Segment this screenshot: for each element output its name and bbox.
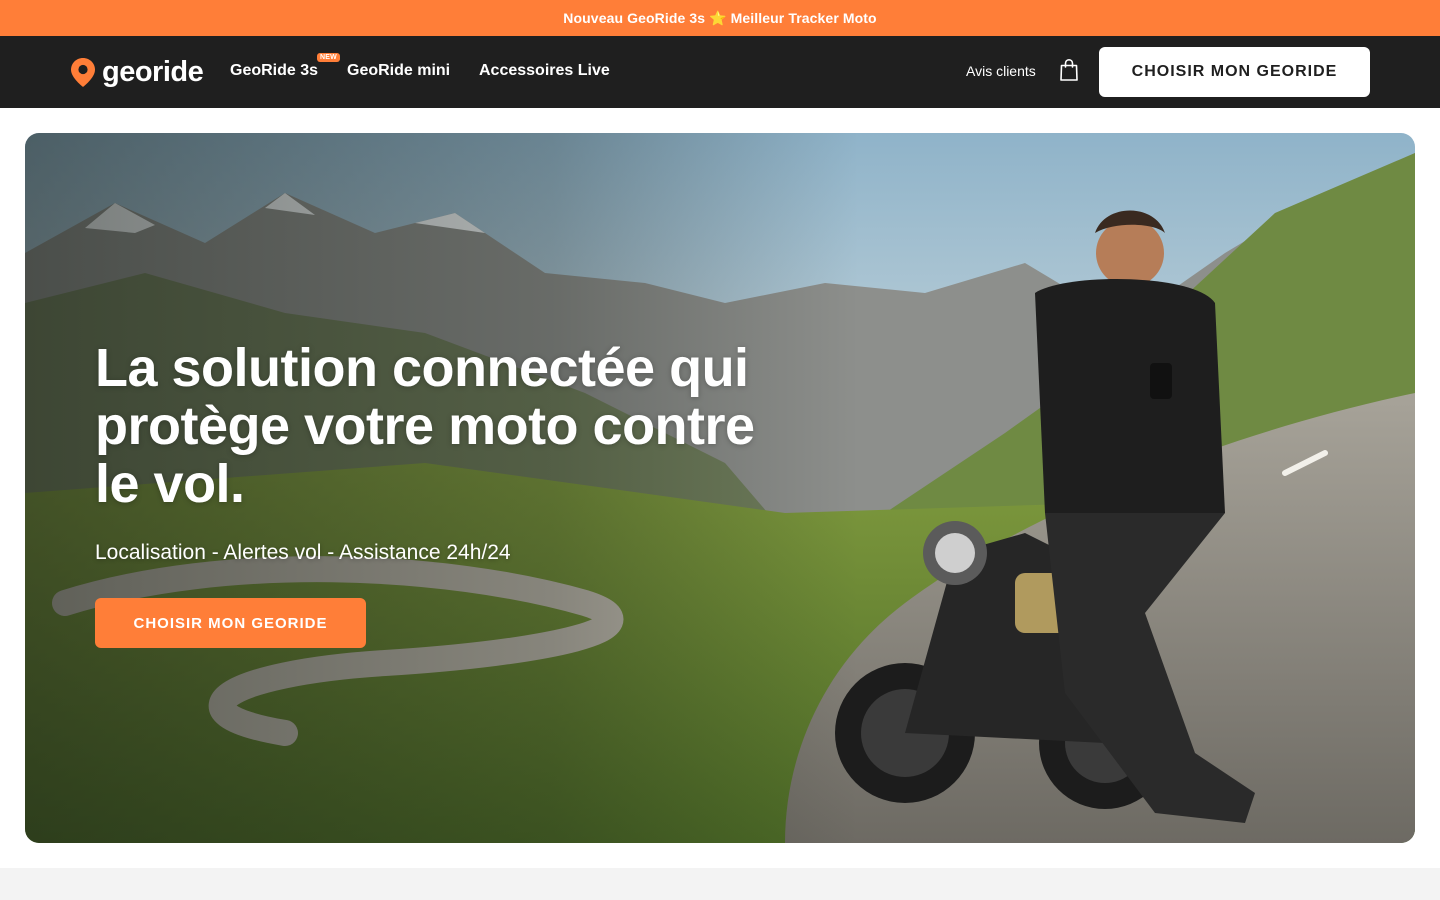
shopping-bag-icon[interactable] bbox=[1059, 58, 1079, 82]
georide-logo[interactable]: georide bbox=[70, 54, 204, 90]
nav-georide-3s[interactable]: GeoRide 3s bbox=[230, 62, 318, 80]
location-pin-icon bbox=[71, 57, 95, 87]
promo-text[interactable]: Nouveau GeoRide 3s ⭐ Meilleur Tracker Mo… bbox=[563, 10, 876, 27]
main-navbar: georide GeoRide 3s NEW GeoRide mini Acce… bbox=[0, 36, 1440, 108]
hero-cta-button[interactable]: CHOISIR MON GEORIDE bbox=[95, 598, 366, 648]
next-section-strip bbox=[0, 868, 1440, 900]
reviews-link[interactable]: Avis clients bbox=[966, 63, 1036, 79]
hero-title: La solution connectée qui protège votre … bbox=[95, 338, 755, 514]
hero-subtitle: Localisation - Alertes vol - Assistance … bbox=[95, 541, 511, 564]
promo-bar[interactable]: Nouveau GeoRide 3s ⭐ Meilleur Tracker Mo… bbox=[0, 0, 1440, 36]
nav-georide-mini[interactable]: GeoRide mini bbox=[347, 62, 450, 80]
header-cta-button[interactable]: CHOISIR MON GEORIDE bbox=[1099, 47, 1370, 97]
nav-accessoires-live[interactable]: Accessoires Live bbox=[479, 62, 610, 80]
new-badge: NEW bbox=[317, 53, 340, 62]
hero-banner: La solution connectée qui protège votre … bbox=[25, 133, 1415, 843]
logo-text: georide bbox=[102, 55, 204, 88]
